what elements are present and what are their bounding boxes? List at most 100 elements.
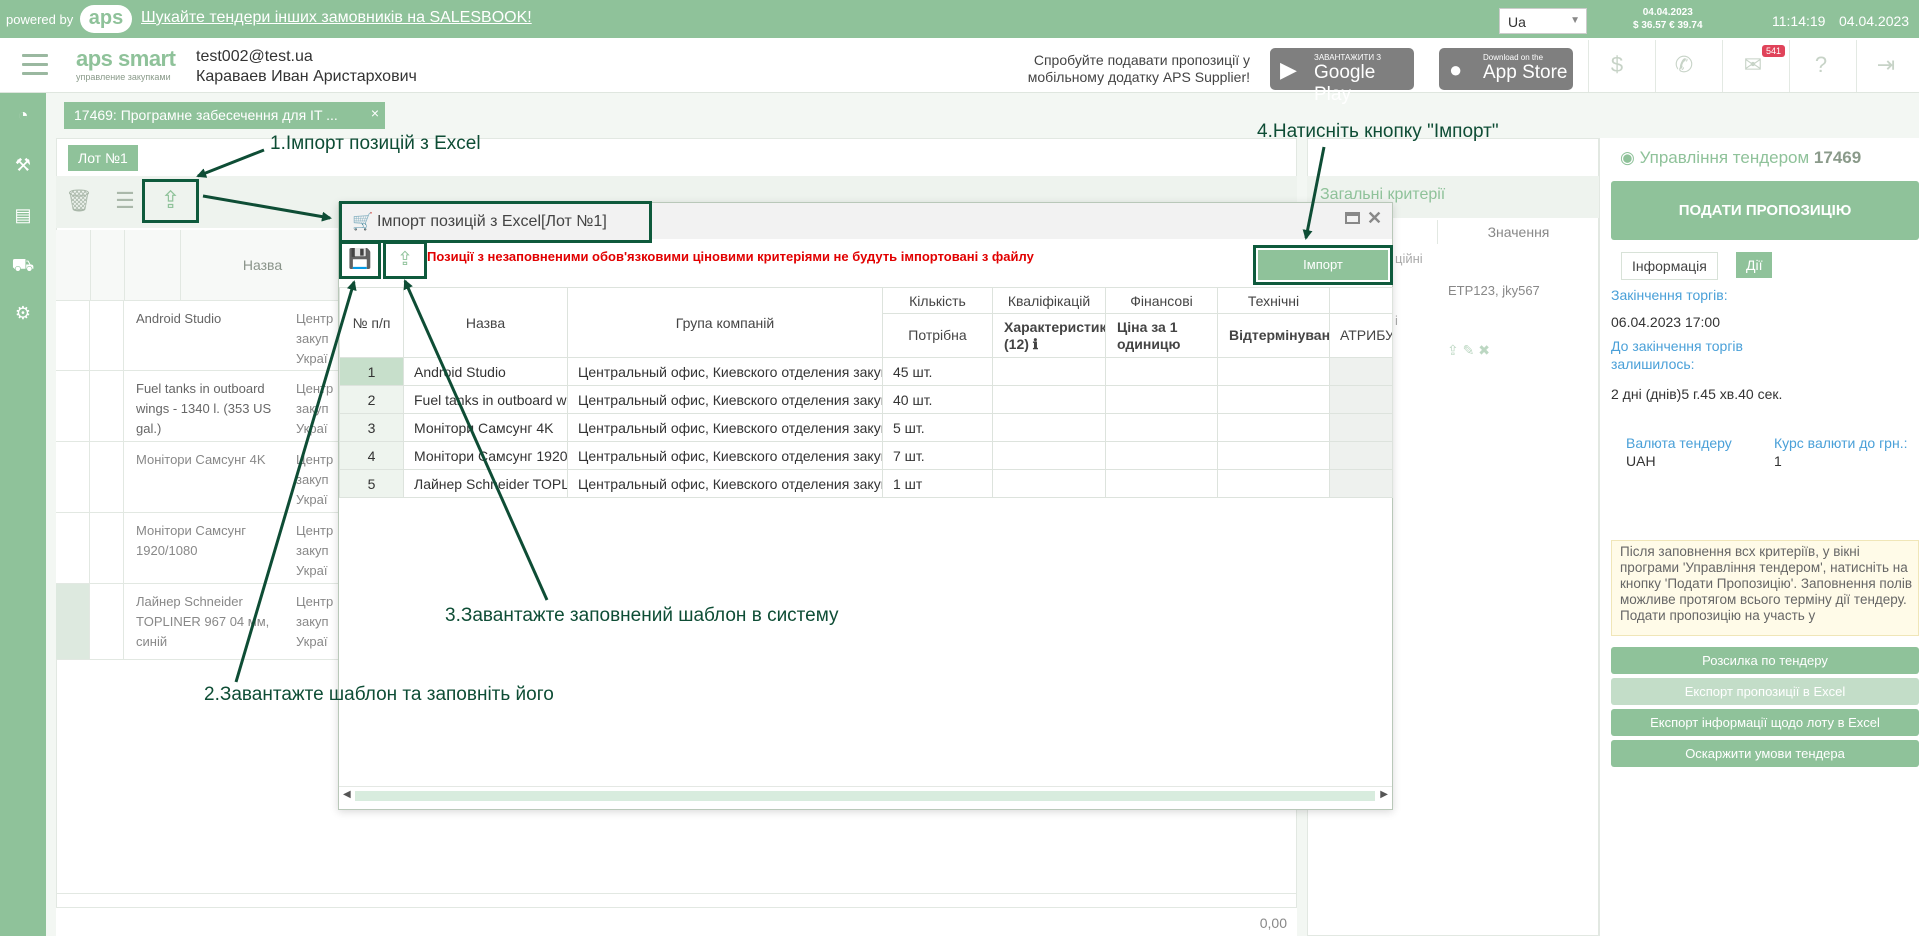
language-select[interactable]: Ua ▼ <box>1499 8 1587 34</box>
row-group: Центральный офис, Киевского отделения за… <box>567 441 883 470</box>
end-value: 06.04.2023 17:00 <box>1611 314 1720 330</box>
row-characteristics[interactable] <box>992 469 1106 498</box>
position-group: Центр закуп Украї <box>296 381 334 436</box>
row-deferral[interactable] <box>1217 357 1330 386</box>
help-icon[interactable]: ? <box>1808 52 1834 78</box>
table-row[interactable]: 5 Лайнер Schneider TOPLINER Центральный … <box>339 469 1393 498</box>
table-footer: 0,00 <box>56 907 1297 936</box>
maximize-icon[interactable] <box>1345 212 1360 224</box>
phone-icon[interactable]: ✆ <box>1671 52 1697 78</box>
table-row[interactable]: 3 Монітори Самсунг 4K Центральный офис, … <box>339 413 1393 442</box>
horizontal-scrollbar[interactable] <box>56 893 1297 907</box>
dollar-icon[interactable]: $ <box>1604 52 1630 78</box>
end-label: Закінчення торгів: <box>1611 287 1728 303</box>
row-characteristics[interactable] <box>992 413 1106 442</box>
row-group: Центральный офис, Киевского отделения за… <box>567 469 883 498</box>
tab-actions[interactable]: Дії <box>1736 252 1773 278</box>
characteristics-header: Характеристики (12) ℹ <box>992 313 1106 358</box>
dialog-horizontal-scrollbar[interactable]: ◀ ▶ <box>339 786 1392 809</box>
table-row[interactable]: 1 Android Studio Центральный офис, Киевс… <box>339 357 1393 386</box>
trash-icon[interactable]: 🗑 <box>64 186 94 216</box>
google-play-button[interactable]: ▶ ЗАВАНТАЖИТИ З Google Play <box>1270 48 1414 105</box>
export-lot-info-button[interactable]: Експорт інформації щодо лоту в Excel <box>1611 709 1919 736</box>
chart-pie-icon[interactable]: ◔ <box>11 103 35 127</box>
app-store-button[interactable]: ● Download on the App Store <box>1439 48 1573 90</box>
scroll-right-icon[interactable]: ▶ <box>1380 789 1388 800</box>
financial-header: Фінансові <box>1105 287 1218 314</box>
mail-count-badge: 541 <box>1762 45 1786 57</box>
characteristics-label: Характеристики (12) <box>1004 318 1106 352</box>
row-attributes[interactable] <box>1329 357 1393 386</box>
scroll-left-icon[interactable]: ◀ <box>343 789 351 800</box>
settings-icon[interactable]: ⚙ <box>11 301 35 325</box>
row-deferral[interactable] <box>1217 413 1330 442</box>
row-number: 1 <box>339 357 404 386</box>
powered-by-label: powered by <box>6 12 74 27</box>
group-header: Група компаній <box>567 287 883 358</box>
row-characteristics[interactable] <box>992 385 1106 414</box>
upload-template-button[interactable]: ⇪ <box>383 241 427 279</box>
scrollbar-thumb[interactable] <box>355 791 1375 801</box>
header-divider <box>1722 40 1723 92</box>
dialog-title: 🛒 Імпорт позицій з Excel[Лот №1] <box>339 201 652 243</box>
header-divider <box>1789 40 1790 92</box>
row-attributes[interactable] <box>1329 469 1393 498</box>
top-banner-bar: powered by aps Шукайте тендери інших зам… <box>0 0 1919 38</box>
row-price[interactable] <box>1105 385 1218 414</box>
info-icon[interactable]: ℹ <box>1033 336 1038 352</box>
technical-header: Технічні <box>1217 287 1330 314</box>
document-icon[interactable]: ▤ <box>11 203 35 227</box>
table-row[interactable]: 4 Монітори Самсунг 1920/1080 Центральный… <box>339 441 1393 470</box>
row-number: 5 <box>339 469 404 498</box>
row-characteristics[interactable] <box>992 441 1106 470</box>
criteria-row-actions[interactable]: ⇪ ✎ ✖ <box>1447 342 1490 359</box>
row-deferral[interactable] <box>1217 385 1330 414</box>
close-icon[interactable]: ✕ <box>1367 208 1382 229</box>
aps-smart-logo: aps smart управление закупками <box>76 46 176 82</box>
download-template-button[interactable]: 💾 <box>339 241 381 279</box>
upload-icon: ⇪ <box>160 187 181 214</box>
tender-tab[interactable]: 17469: Програмне забесечення для IT ... … <box>64 102 385 129</box>
position-group: Центр закуп Украї <box>296 523 334 578</box>
criteria-value: ETP123, jky567 <box>1448 283 1540 298</box>
tender-number: 17469 <box>1813 148 1862 167</box>
row-deferral[interactable] <box>1217 469 1330 498</box>
truck-icon[interactable]: ⛟ <box>11 253 35 277</box>
export-offer-button[interactable]: Експорт пропозиції в Excel <box>1611 678 1919 705</box>
row-attributes[interactable] <box>1329 441 1393 470</box>
remaining-value: 2 дні (днів)5 г.45 хв.40 сек. <box>1611 386 1783 402</box>
row-characteristics[interactable] <box>992 357 1106 386</box>
mailing-button[interactable]: Розсилка по тендеру <box>1611 647 1919 674</box>
table-row[interactable]: 2 Fuel tanks in outboard wings Центральн… <box>339 385 1393 414</box>
import-excel-button[interactable]: ⇪ <box>142 179 199 223</box>
menu-icon[interactable] <box>22 54 48 76</box>
lot-tab[interactable]: Лот №1 <box>68 145 138 171</box>
list-icon[interactable]: ☰ <box>110 186 140 216</box>
row-price[interactable] <box>1105 469 1218 498</box>
close-tab-icon[interactable]: × <box>371 105 379 121</box>
row-quantity: 1 шт <box>882 469 993 498</box>
logo-subtitle: управление закупками <box>76 72 171 82</box>
chevron-circle-icon: ◉ <box>1620 148 1635 167</box>
row-price[interactable] <box>1105 357 1218 386</box>
header-divider <box>1655 40 1656 92</box>
appeal-conditions-button[interactable]: Оскаржити умови тендера <box>1611 740 1919 767</box>
apple-icon: ● <box>1449 57 1463 82</box>
row-attributes[interactable] <box>1329 413 1393 442</box>
salesbook-banner-link[interactable]: Шукайте тендери інших замовників на SALE… <box>141 9 532 27</box>
row-price[interactable] <box>1105 413 1218 442</box>
position-group: Центр закуп Украї <box>296 311 334 366</box>
dialog-title-text: Імпорт позицій з Excel[Лот №1] <box>377 213 607 230</box>
save-icon: 💾 <box>348 249 372 270</box>
total-value: 0,00 <box>1259 915 1287 931</box>
gavel-icon[interactable]: ⚒ <box>11 153 35 177</box>
submit-offer-button[interactable]: ПОДАТИ ПРОПОЗИЦІЮ <box>1611 181 1919 240</box>
annotation-step-4: 4.Натисніть кнопку "Імпорт" <box>1257 121 1499 142</box>
row-attributes[interactable] <box>1329 385 1393 414</box>
row-price[interactable] <box>1105 441 1218 470</box>
import-button[interactable]: Імпорт <box>1253 245 1393 285</box>
row-deferral[interactable] <box>1217 441 1330 470</box>
tab-information[interactable]: Інформація <box>1621 252 1718 280</box>
row-name: Android Studio <box>403 357 568 386</box>
logout-icon[interactable]: ⇥ <box>1873 52 1899 78</box>
